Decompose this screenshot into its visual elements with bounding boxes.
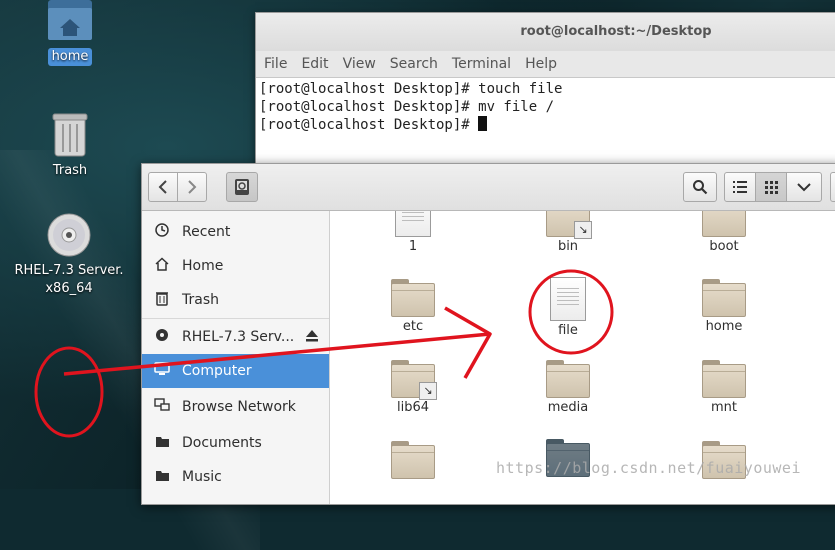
- annotation-circle-file: [528, 269, 614, 355]
- annotation-circle-desktop: [34, 346, 104, 438]
- watermark-text: https://blog.csdn.net/fuaiyouwei: [496, 459, 801, 477]
- annotation-overlay: [34, 269, 614, 438]
- annotation-arrow: [63, 306, 492, 379]
